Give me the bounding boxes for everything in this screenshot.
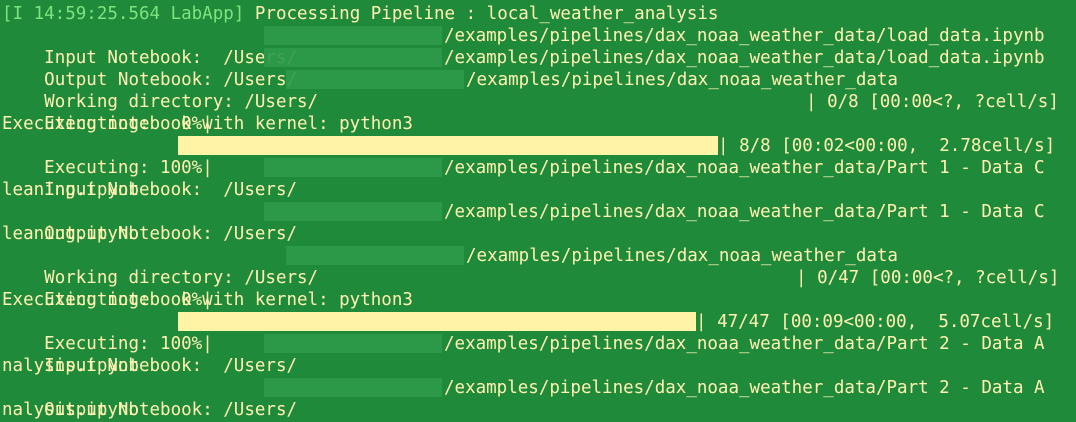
working-directory-line: Working directory: /Users/ /examples/pip… xyxy=(2,69,1076,112)
input-notebook-line: Input Notebook: /Users/ /examples/pipeli… xyxy=(2,333,1076,376)
redacted-username xyxy=(286,246,464,265)
progress-bar xyxy=(178,136,718,155)
progress-bar-fill xyxy=(178,136,718,155)
progress-stats: | 8/8 [00:02<00:00, 2.78cell/s] xyxy=(718,136,1056,156)
redacted-username xyxy=(264,202,442,221)
progress-line-start: Executing: 0%| | 0/8 [00:00<?, ?cell/s] xyxy=(2,91,1076,134)
kernel-line: Executing notebook with kernel: python3 xyxy=(2,290,413,310)
output-notebook-path: /examples/pipelines/dax_noaa_weather_dat… xyxy=(444,378,1045,398)
input-notebook-line: Input Notebook: /Users/ /examples/pipeli… xyxy=(2,157,1076,200)
progress-bar xyxy=(178,312,696,331)
working-directory-path: /examples/pipelines/dax_noaa_weather_dat… xyxy=(466,246,898,266)
input-notebook-path: /examples/pipelines/dax_noaa_weather_dat… xyxy=(444,334,1045,354)
input-notebook-line: Input Notebook: /Users/ /examples/pipeli… xyxy=(2,25,1076,68)
log-message: Processing Pipeline : local_weather_anal… xyxy=(254,4,719,24)
log-prefix: [I 14:59:25.564 LabApp] xyxy=(2,4,245,24)
output-notebook-path: /examples/pipelines/dax_noaa_weather_dat… xyxy=(444,202,1045,222)
output-notebook-path-wrap: nalysis.ipynb xyxy=(2,400,139,420)
redacted-username xyxy=(264,158,442,177)
redacted-username xyxy=(264,26,442,45)
input-notebook-path-wrap: nalysis.ipynb xyxy=(2,356,139,376)
progress-stats: | 0/47 [00:00<?, ?cell/s] xyxy=(796,268,1060,288)
input-notebook-path: /examples/pipelines/dax_noaa_weather_dat… xyxy=(444,158,1045,178)
kernel-line: Executing notebook with kernel: python3 xyxy=(2,114,413,134)
progress-bar-fill xyxy=(178,312,696,331)
working-directory-path: /examples/pipelines/dax_noaa_weather_dat… xyxy=(466,70,898,90)
redacted-username xyxy=(264,48,442,67)
output-notebook-line: Output Notebook: /Users/ /examples/pipel… xyxy=(2,201,1076,244)
redacted-username xyxy=(286,70,464,89)
redacted-username xyxy=(264,378,442,397)
output-notebook-line: Output Notebook: /Users/ /examples/pipel… xyxy=(2,377,1076,420)
terminal-window: [I 14:59:25.564 LabApp] Processing Pipel… xyxy=(0,0,1076,422)
redacted-username xyxy=(264,334,442,353)
input-notebook-path-wrap: leaning.ipynb xyxy=(2,180,139,200)
output-notebook-path: /examples/pipelines/dax_noaa_weather_dat… xyxy=(444,48,1045,68)
output-notebook-line: Output Notebook: /Users/ /examples/pipel… xyxy=(2,47,1076,90)
working-directory-line: Working directory: /Users/ /examples/pip… xyxy=(2,245,1076,288)
progress-line-start: Executing: 0%| | 0/47 [00:00<?, ?cell/s] xyxy=(2,267,1076,310)
log-line-header: [I 14:59:25.564 LabApp] Processing Pipel… xyxy=(2,3,718,25)
progress-stats: | 0/8 [00:00<?, ?cell/s] xyxy=(806,92,1059,112)
input-notebook-path: /examples/pipelines/dax_noaa_weather_dat… xyxy=(444,26,1045,46)
progress-line-complete: Executing: 100%| | 47/47 [00:09<00:00, 5… xyxy=(2,311,1076,354)
progress-stats: | 47/47 [00:09<00:00, 5.07cell/s] xyxy=(696,312,1055,332)
output-notebook-path-wrap: leaning.ipynb xyxy=(2,224,139,244)
progress-line-complete: Executing: 100%| | 8/8 [00:02<00:00, 2.7… xyxy=(2,135,1076,178)
